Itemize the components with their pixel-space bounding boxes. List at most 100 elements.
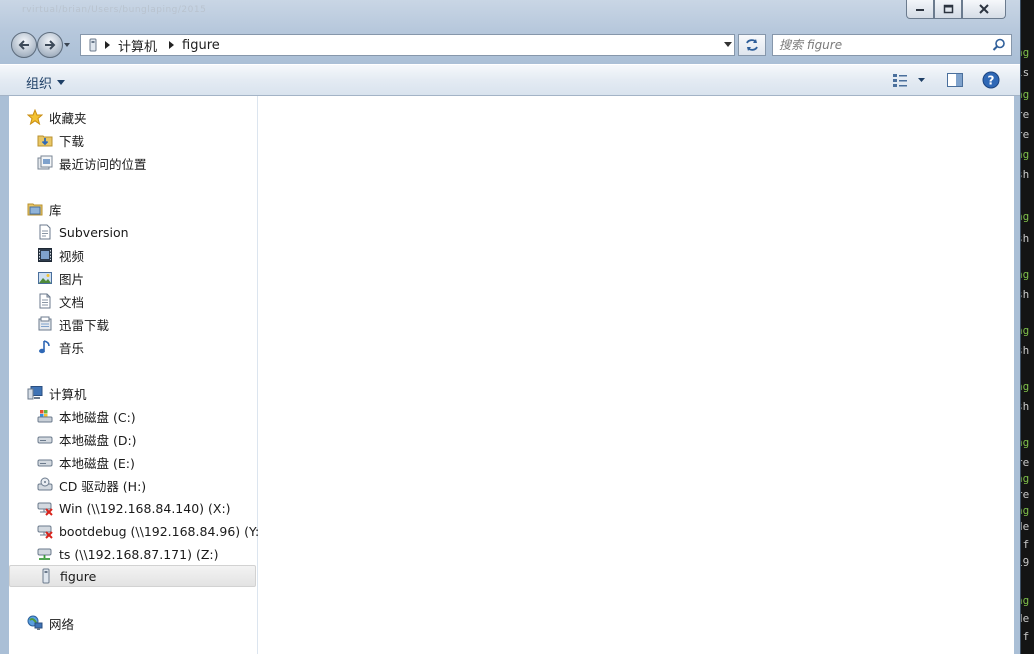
nav-item-label: 文档	[59, 294, 85, 310]
address-bar[interactable]: 计算机 figure	[80, 34, 735, 56]
search-box[interactable]	[772, 34, 1012, 56]
nav-item-label: 本地磁盘 (E:)	[59, 455, 135, 471]
nav-item-label: 本地磁盘 (D:)	[59, 432, 137, 448]
nav-item-network-drive-z[interactable]: ts (\\192.168.87.171) (Z:)	[37, 543, 218, 565]
command-bar: 组织 ?	[0, 64, 1020, 96]
restore-icon	[943, 4, 953, 14]
nav-item-label: Subversion	[59, 224, 129, 240]
forward-button[interactable]	[37, 32, 63, 58]
address-history-dropdown[interactable]	[724, 42, 732, 47]
nav-item-xunlei-downloads[interactable]: 迅雷下载	[37, 313, 109, 335]
forward-arrow-icon	[45, 40, 56, 50]
minimize-icon	[916, 9, 924, 11]
close-icon	[979, 4, 989, 14]
nav-item-label: CD 驱动器 (H:)	[59, 478, 147, 494]
nav-item-figure[interactable]: figure	[9, 565, 256, 587]
nav-favorites[interactable]: 收藏夹	[27, 106, 87, 128]
picture-library-icon	[37, 270, 53, 286]
breadcrumb-computer[interactable]: 计算机	[118, 36, 157, 55]
change-view-button[interactable]	[892, 72, 928, 92]
music-note-icon	[37, 339, 53, 355]
system-drive-icon	[37, 408, 53, 424]
nav-item-pictures[interactable]: 图片	[37, 267, 84, 289]
nav-item-drive-e[interactable]: 本地磁盘 (E:)	[37, 451, 135, 473]
chevron-down-icon	[57, 80, 66, 85]
refresh-button[interactable]	[738, 34, 766, 56]
view-options-icon	[893, 74, 925, 87]
nav-item-label: 音乐	[59, 340, 85, 356]
minimize-button[interactable]	[906, 0, 934, 19]
nav-item-recent-places[interactable]: 最近访问的位置	[37, 152, 147, 174]
back-button[interactable]	[11, 32, 37, 58]
nav-item-cd-drive[interactable]: CD 驱动器 (H:)	[37, 474, 146, 496]
breadcrumb-arrow-icon[interactable]	[169, 41, 175, 49]
downloads-folder-icon	[37, 132, 53, 148]
nav-item-documents[interactable]: 文档	[37, 290, 84, 312]
svg-text:?: ?	[988, 74, 995, 88]
title-bar: rvirtual/brian/Users/bunglaping/2015	[0, 0, 1020, 28]
nav-item-label: 下载	[59, 133, 85, 149]
nav-computer[interactable]: 计算机	[27, 382, 87, 404]
nav-item-network-drive-x[interactable]: Win (\\192.168.84.140) (X:)	[37, 497, 231, 519]
explorer-window: rvirtual/brian/Users/bunglaping/2015 计算机…	[0, 0, 1021, 654]
nav-item-music[interactable]: 音乐	[37, 336, 84, 358]
caption-buttons	[906, 0, 1006, 19]
hard-drive-icon	[37, 431, 53, 447]
restore-button[interactable]	[934, 0, 962, 19]
network-drive-icon	[37, 546, 53, 562]
disconnected-network-drive-icon	[37, 500, 53, 516]
removable-drive-icon	[38, 568, 54, 584]
nav-item-drive-c[interactable]: 本地磁盘 (C:)	[37, 405, 136, 427]
preview-pane-button[interactable]	[946, 72, 964, 92]
nav-item-label: ts (\\192.168.87.171) (Z:)	[59, 546, 219, 562]
content-area: 收藏夹 下载 最近访问的位置 库 Subversion 视频 图片 文档 迅雷下…	[9, 96, 1014, 654]
star-icon	[27, 109, 43, 125]
nav-item-videos[interactable]: 视频	[37, 244, 84, 266]
nav-item-label: 最近访问的位置	[59, 156, 147, 172]
help-button[interactable]: ?	[982, 71, 1000, 93]
preview-pane-icon	[947, 73, 963, 87]
removable-drive-icon	[89, 38, 97, 52]
document-icon	[37, 293, 53, 309]
navigation-pane: 收藏夹 下载 最近访问的位置 库 Subversion 视频 图片 文档 迅雷下…	[9, 96, 264, 654]
organize-label: 组织	[26, 77, 53, 92]
computer-icon	[27, 385, 43, 401]
nav-computer-label: 计算机	[49, 386, 87, 402]
nav-item-downloads[interactable]: 下载	[37, 129, 84, 151]
nav-libraries[interactable]: 库	[27, 198, 62, 220]
cd-drive-icon	[37, 477, 53, 493]
libraries-icon	[27, 201, 43, 217]
nav-item-subversion[interactable]: Subversion	[37, 221, 129, 243]
file-list-pane[interactable]	[258, 96, 1014, 654]
help-icon: ?	[982, 71, 1000, 89]
nav-item-network-drive-y[interactable]: bootdebug (\\192.168.84.96) (Y:)	[37, 520, 264, 542]
breadcrumb-figure[interactable]: figure	[182, 38, 220, 53]
document-library-icon	[37, 224, 53, 240]
search-icon[interactable]	[992, 38, 1006, 52]
organize-menu-button[interactable]: 组织	[26, 73, 66, 92]
disconnected-network-drive-icon	[37, 523, 53, 539]
nav-item-label: Win (\\192.168.84.140) (X:)	[59, 500, 231, 516]
nav-favorites-label: 收藏夹	[49, 110, 87, 126]
nav-network[interactable]: 网络	[27, 612, 74, 634]
hard-drive-icon	[37, 454, 53, 470]
library-folder-icon	[37, 316, 53, 332]
nav-libraries-label: 库	[49, 202, 62, 218]
recent-pages-dropdown[interactable]	[64, 43, 70, 47]
search-input[interactable]	[779, 37, 989, 53]
nav-item-label: 本地磁盘 (C:)	[59, 409, 136, 425]
nav-item-label: figure	[60, 568, 97, 584]
breadcrumb-arrow-icon[interactable]	[105, 41, 110, 49]
nav-network-label: 网络	[49, 616, 75, 632]
nav-item-label: 图片	[59, 271, 85, 287]
refresh-icon	[746, 39, 758, 51]
back-arrow-icon	[18, 40, 29, 50]
window-title: rvirtual/brian/Users/bunglaping/2015	[22, 5, 207, 15]
recent-places-icon	[37, 155, 53, 171]
nav-item-label: 迅雷下载	[59, 317, 110, 333]
nav-item-label: 视频	[59, 248, 85, 264]
close-button[interactable]	[962, 0, 1006, 19]
nav-item-label: bootdebug (\\192.168.84.96) (Y:)	[59, 523, 265, 539]
network-globe-icon	[27, 615, 43, 631]
nav-item-drive-d[interactable]: 本地磁盘 (D:)	[37, 428, 137, 450]
